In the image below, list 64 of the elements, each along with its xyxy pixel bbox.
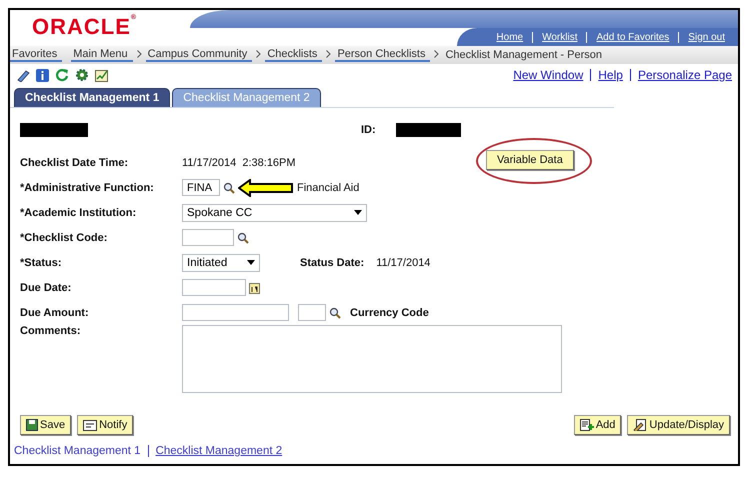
oracle-logo: ORACLE$^{®}$ — [31, 13, 138, 41]
toolbar-link[interactable]: Personalize Page — [638, 68, 732, 82]
comments-field[interactable] — [182, 325, 562, 393]
header-link[interactable]: Worklist — [532, 32, 586, 42]
toolbar-button[interactable]: Save — [20, 415, 72, 435]
field-label: *Academic Institution: — [20, 206, 138, 218]
id-label: ID: — [361, 124, 376, 136]
input-field[interactable] — [182, 229, 234, 246]
status-date-value: 11/17/2014 — [376, 256, 430, 268]
variable-data-button[interactable]: Variable Data — [486, 150, 574, 170]
gear-icon[interactable] — [75, 68, 89, 82]
toolbar-button[interactable]: Update/Display — [627, 415, 730, 435]
description-text: Financial Aid — [297, 182, 360, 194]
chevron-icon — [326, 50, 332, 58]
breadcrumb-item[interactable]: Campus Community — [146, 48, 252, 62]
header-link[interactable]: Add to Favorites — [586, 32, 678, 42]
toolbar-button[interactable]: Notify — [77, 415, 134, 435]
breadcrumb-item[interactable]: Main Menu — [71, 48, 133, 62]
search-icon[interactable] — [223, 182, 235, 194]
page-plus-icon — [580, 419, 594, 431]
currency-code-label: Currency Code — [350, 306, 429, 318]
chart-icon[interactable] — [95, 68, 109, 82]
input-field[interactable]: FINA — [182, 179, 220, 196]
breadcrumb-item[interactable]: Person Checklists — [335, 48, 430, 62]
toolbar-button[interactable]: Add — [574, 415, 622, 435]
calendar-icon[interactable] — [249, 282, 260, 294]
field-label: *Checklist Code: — [20, 232, 108, 244]
redaction-bar — [20, 123, 88, 137]
page-link[interactable]: Checklist Management 1 — [14, 445, 141, 457]
field-label: Checklist Date Time: — [20, 156, 130, 168]
breadcrumb-item[interactable]: Favorites — [10, 48, 62, 62]
page-tab[interactable]: Checklist Management 1 — [14, 88, 170, 107]
caret-icon — [354, 210, 362, 215]
input-field[interactable] — [182, 279, 246, 296]
pencil-icon[interactable] — [16, 68, 30, 82]
refresh-icon[interactable] — [55, 68, 69, 82]
chevron-icon — [434, 50, 440, 58]
toolbar-link[interactable]: New Window — [513, 68, 584, 82]
info-icon[interactable] — [36, 68, 49, 82]
search-icon[interactable] — [329, 306, 341, 318]
note-icon — [83, 420, 98, 430]
date-time-value: 11/17/2014 2:38:16PM — [182, 156, 296, 168]
breadcrumb-item[interactable]: Checklists — [265, 48, 322, 62]
select-field[interactable]: Spokane CC — [182, 204, 367, 222]
chevron-icon — [136, 50, 142, 58]
redaction-bar — [396, 123, 461, 137]
field-label: *Administrative Function: — [20, 182, 155, 194]
field-label: Due Date: — [20, 282, 72, 294]
field-label: Comments: — [20, 325, 82, 337]
input-field[interactable] — [182, 304, 289, 321]
caret-icon — [247, 260, 255, 265]
field-label: Due Amount: — [20, 306, 90, 318]
status-date-label: Status Date: — [300, 256, 364, 268]
search-icon[interactable] — [237, 232, 249, 244]
chevron-icon — [256, 50, 262, 58]
header-link[interactable]: Sign out — [678, 32, 734, 42]
page-pencil-icon — [633, 419, 648, 431]
header-link[interactable]: Home — [487, 32, 532, 42]
page-link[interactable]: Checklist Management 2 — [156, 445, 282, 457]
toolbar-link[interactable]: Help — [598, 68, 623, 82]
select-field[interactable]: Initiated — [182, 254, 260, 272]
input-field[interactable] — [298, 304, 326, 321]
field-label: *Status: — [20, 256, 63, 268]
breadcrumb-item[interactable]: Checklist Management - Person — [443, 49, 607, 61]
